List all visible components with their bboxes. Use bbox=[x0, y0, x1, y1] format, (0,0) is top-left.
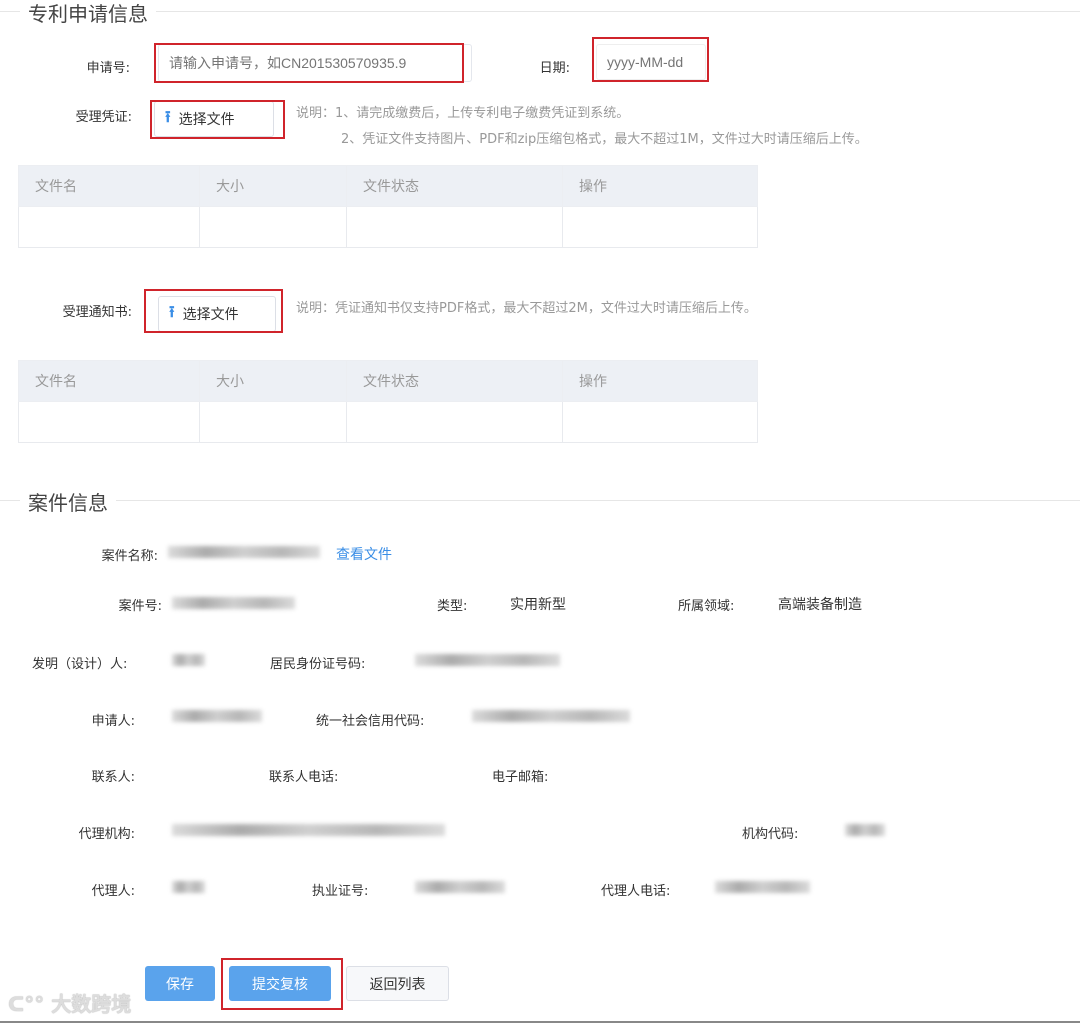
highlight-box bbox=[144, 289, 283, 333]
date-label: 日期: bbox=[539, 61, 570, 76]
app-no-label: 申请号: bbox=[86, 61, 130, 76]
col-size: 大小 bbox=[199, 360, 347, 402]
notice-note: 说明：凭证通知书仅支持PDF格式，最大不超过2M，文件过大时请压缩后上传。 bbox=[296, 301, 757, 316]
save-button[interactable]: 保存 bbox=[145, 966, 215, 1001]
license-label: 执业证号: bbox=[312, 884, 369, 899]
col-filename: 文件名 bbox=[18, 360, 200, 402]
type-label: 类型: bbox=[437, 599, 468, 614]
section-title-case: 案件信息 bbox=[20, 487, 116, 516]
email-label: 电子邮箱: bbox=[492, 770, 549, 785]
inventor-label: 发明（设计）人: bbox=[32, 657, 128, 672]
contact-label: 联系人: bbox=[91, 770, 135, 785]
redacted-value bbox=[715, 881, 810, 893]
redacted-value bbox=[172, 654, 205, 666]
voucher-note-1: 说明：1、请完成缴费后，上传专利电子缴费凭证到系统。 bbox=[296, 106, 630, 121]
agency-label: 代理机构: bbox=[78, 827, 135, 842]
section-title-patent: 专利申请信息 bbox=[20, 0, 156, 27]
col-status: 文件状态 bbox=[346, 360, 563, 402]
redacted-value bbox=[172, 881, 205, 893]
agency-code-label: 机构代码: bbox=[742, 827, 799, 842]
redacted-value bbox=[472, 710, 630, 722]
col-action: 操作 bbox=[562, 165, 758, 207]
highlight-box bbox=[592, 37, 709, 82]
table-row bbox=[18, 206, 758, 248]
redacted-value bbox=[415, 881, 505, 893]
back-to-list-button[interactable]: 返回列表 bbox=[346, 966, 449, 1001]
notice-file-table: 文件名 大小 文件状态 操作 bbox=[18, 360, 758, 443]
field-label: 所属领域: bbox=[678, 599, 735, 614]
field-value: 高端装备制造 bbox=[778, 597, 862, 613]
voucher-label: 受理凭证: bbox=[75, 110, 132, 125]
watermark-text: 大数跨境 bbox=[51, 992, 132, 1016]
highlight-box bbox=[150, 100, 285, 139]
watermark-logo: ᑕ°° 大数跨境 bbox=[8, 988, 131, 1017]
contact-phone-label: 联系人电话: bbox=[269, 770, 339, 785]
agent-label: 代理人: bbox=[91, 884, 135, 899]
highlight-box bbox=[154, 43, 464, 83]
id-label: 居民身份证号码: bbox=[270, 657, 366, 672]
voucher-file-table: 文件名 大小 文件状态 操作 bbox=[18, 165, 758, 248]
section-divider bbox=[0, 11, 1080, 12]
watermark-icon: ᑕ°° bbox=[8, 992, 45, 1016]
table-row bbox=[18, 401, 758, 443]
view-file-link[interactable]: 查看文件 bbox=[336, 544, 392, 564]
col-filename: 文件名 bbox=[18, 165, 200, 207]
credit-code-label: 统一社会信用代码: bbox=[316, 714, 425, 729]
agent-phone-label: 代理人电话: bbox=[601, 884, 671, 899]
redacted-value bbox=[415, 654, 560, 666]
section-divider bbox=[0, 500, 1080, 501]
redacted-value bbox=[172, 597, 295, 609]
redacted-value bbox=[845, 824, 885, 836]
col-status: 文件状态 bbox=[346, 165, 563, 207]
col-action: 操作 bbox=[562, 360, 758, 402]
redacted-value bbox=[172, 710, 262, 722]
voucher-note-2: 2、凭证文件支持图片、PDF和zip压缩包格式，最大不超过1M，文件过大时请压缩… bbox=[341, 132, 868, 147]
case-name-label: 案件名称: bbox=[101, 549, 158, 564]
redacted-value bbox=[172, 824, 445, 836]
col-size: 大小 bbox=[199, 165, 347, 207]
type-value: 实用新型 bbox=[510, 597, 566, 613]
notice-label: 受理通知书: bbox=[62, 305, 132, 320]
applicant-label: 申请人: bbox=[91, 714, 135, 729]
highlight-box bbox=[221, 958, 343, 1010]
case-no-label: 案件号: bbox=[118, 599, 162, 614]
redacted-value bbox=[168, 546, 320, 558]
